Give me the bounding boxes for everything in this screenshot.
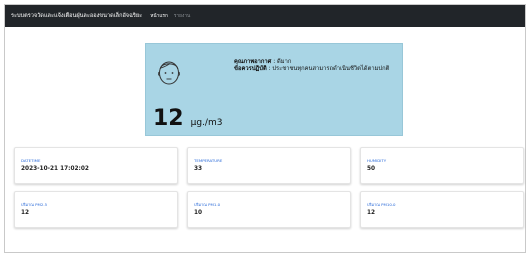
air-quality-row: คุณภาพอากาศ : ดีมาก <box>234 59 394 66</box>
temperature-label: TEMPERATURE <box>194 158 223 163</box>
pm10-card: ปริมาณ PM1.0 10 <box>187 191 351 228</box>
pm25-card: ปริมาณ PM2.5 12 <box>14 191 178 228</box>
pm1-label: ปริมาณ PM1.0 <box>194 202 221 207</box>
datetime-card: DATETIME 2023-10-21 17:02:02 <box>14 147 178 184</box>
pm-reading: 12 µg./m3 <box>153 106 222 131</box>
advice-row: ข้อควรปฏิบัติ : ประชาชนทุกคนสามารถดำเนิน… <box>234 66 394 73</box>
pm-reading-unit: µg./m3 <box>190 118 223 128</box>
advice-label: ข้อควรปฏิบัติ <box>234 66 267 72</box>
neutral-face-icon <box>158 61 180 85</box>
temperature-value: 33 <box>194 166 203 172</box>
air-quality-label: คุณภาพอากาศ <box>234 59 272 65</box>
app-brand[interactable]: ระบบตรวจวัดและแจ้งเตือนฝุ่นละอองขนาดเล็ก… <box>5 12 142 20</box>
humidity-value: 50 <box>367 166 376 172</box>
pm10-label: ปริมาณ PM10.0 <box>367 202 396 207</box>
temperature-card: TEMPERATURE 33 <box>187 147 351 184</box>
pm-reading-value: 12 <box>153 106 184 131</box>
datetime-label: DATETIME <box>21 158 41 163</box>
pm25-label: ปริมาณ PM2.5 <box>21 202 48 207</box>
air-quality-card: คุณภาพอากาศ : ดีมาก ข้อควรปฏิบัติ : ประช… <box>145 43 403 136</box>
nav-link-home[interactable]: หน้าแรก <box>150 12 168 20</box>
pm1-value: 10 <box>194 210 203 216</box>
datetime-value: 2023-10-21 17:02:02 <box>21 166 89 172</box>
air-quality-info: คุณภาพอากาศ : ดีมาก ข้อควรปฏิบัติ : ประช… <box>234 59 394 73</box>
advice-text: : ประชาชนทุกคนสามารถดำเนินชีวิตได้ตามปกต… <box>268 66 390 72</box>
browser-frame: ระบบตรวจวัดและแจ้งเตือนฝุ่นละอองขนาดเล็ก… <box>4 4 526 253</box>
pm10-value: 12 <box>367 210 376 216</box>
humidity-card: HUMIDITY 50 <box>360 147 524 184</box>
nav-link-report[interactable]: รายงาน <box>174 12 190 20</box>
air-quality-value: : ดีมาก <box>273 59 292 65</box>
top-navbar: ระบบตรวจวัดและแจ้งเตือนฝุ่นละอองขนาดเล็ก… <box>5 5 525 27</box>
pm25-value: 12 <box>21 210 30 216</box>
humidity-label: HUMIDITY <box>367 158 387 163</box>
pm100-card: ปริมาณ PM10.0 12 <box>360 191 524 228</box>
